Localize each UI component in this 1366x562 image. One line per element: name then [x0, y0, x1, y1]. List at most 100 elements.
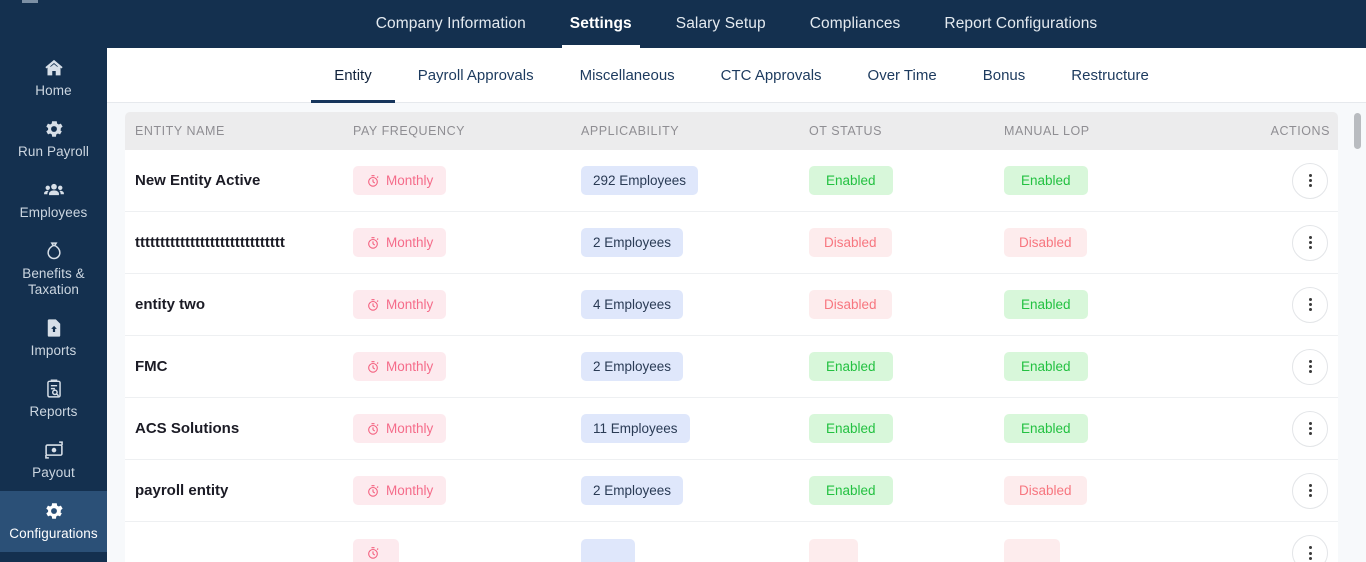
- sidebar-item-configurations[interactable]: Configurations: [0, 491, 107, 552]
- sidebar-item-home[interactable]: Home: [0, 48, 107, 109]
- column-header-actions: ACTIONS: [1270, 124, 1330, 138]
- stopwatch-icon: [366, 422, 380, 436]
- table-row[interactable]: payroll entity Monthly 2 Employees Enabl…: [125, 460, 1338, 522]
- table-row[interactable]: New Entity Active Monthly 292 Employees …: [125, 150, 1338, 212]
- kebab-menu-icon: [1308, 545, 1312, 561]
- badge-ot-status: Enabled: [809, 414, 893, 443]
- table-scrollbar-thumb[interactable]: [1354, 113, 1361, 149]
- stopwatch-icon: [366, 484, 380, 498]
- sidebar-item-imports[interactable]: Imports: [0, 308, 107, 369]
- table-row[interactable]: tttttttttttttttttttttttttttttt Monthly 2…: [125, 212, 1338, 274]
- topnav-item-settings[interactable]: Settings: [548, 0, 654, 48]
- tab-payroll-approvals[interactable]: Payroll Approvals: [395, 48, 557, 102]
- badge-manual-lop: Enabled: [1004, 414, 1088, 443]
- badge-pay-frequency-label: Monthly: [386, 297, 434, 312]
- topnav-item-report-configurations[interactable]: Report Configurations: [922, 0, 1119, 48]
- badge-pay-frequency-label: Monthly: [386, 235, 434, 250]
- sidebar-item-employees[interactable]: Employees: [0, 170, 107, 231]
- cell-entity-name: New Entity Active: [135, 171, 261, 189]
- badge-ot-status: [809, 538, 858, 562]
- row-actions-menu-button[interactable]: [1292, 535, 1328, 562]
- kebab-menu-icon: [1308, 420, 1312, 436]
- tab-label: Bonus: [982, 66, 1026, 84]
- cell-entity-name: ACS Solutions: [135, 419, 240, 437]
- badge-ot-status: Disabled: [809, 290, 892, 319]
- tab-restructure[interactable]: Restructure: [1048, 48, 1172, 102]
- badge-ot-status: Enabled: [809, 352, 893, 381]
- kebab-menu-icon: [1308, 234, 1312, 250]
- sidebar: Home Run Payroll Employees Benefits & Ta…: [0, 0, 107, 562]
- badge-manual-lop: Disabled: [1004, 228, 1087, 257]
- cell-entity-name: payroll entity: [135, 481, 229, 499]
- gear-icon: [43, 118, 65, 140]
- badge-manual-lop: Enabled: [1004, 352, 1088, 381]
- tab-over-time[interactable]: Over Time: [845, 48, 960, 102]
- table-body: New Entity Active Monthly 292 Employees …: [125, 150, 1338, 562]
- sidebar-item-label: Configurations: [9, 526, 98, 541]
- row-actions-menu-button[interactable]: [1292, 286, 1328, 323]
- kebab-menu-icon: [1308, 482, 1312, 498]
- topnav-item-label: Report Configurations: [944, 15, 1098, 32]
- cell-entity-name: tttttttttttttttttttttttttttttt: [135, 233, 285, 251]
- cell-entity-name: FMC: [135, 357, 168, 375]
- tab-ctc-approvals[interactable]: CTC Approvals: [698, 48, 845, 102]
- row-actions-menu-button[interactable]: [1292, 162, 1328, 199]
- tab-label: Over Time: [867, 66, 937, 84]
- tab-label: Miscellaneous: [579, 66, 675, 84]
- badge-pay-frequency: [353, 539, 399, 562]
- topnav-item-label: Salary Setup: [675, 15, 766, 32]
- row-actions-menu-button[interactable]: [1292, 472, 1328, 509]
- column-header-applicability: APPLICABILITY: [581, 124, 680, 138]
- app-root: Home Run Payroll Employees Benefits & Ta…: [0, 0, 1366, 562]
- entity-table-container: ENTITY NAME PAY FREQUENCY APPLICABILITY …: [107, 103, 1366, 562]
- sidebar-item-label: Payout: [32, 465, 75, 480]
- table-row[interactable]: FMC Monthly 2 Employees Enabled Enabled: [125, 336, 1338, 398]
- tab-miscellaneous[interactable]: Miscellaneous: [557, 48, 698, 102]
- sidebar-item-label: Run Payroll: [18, 144, 89, 159]
- table-row[interactable]: ACS Solutions Monthly 11 Employees Enabl…: [125, 398, 1338, 460]
- kebab-menu-icon: [1308, 172, 1312, 188]
- table-scrollbar-track[interactable]: [1354, 112, 1361, 562]
- row-actions-menu-button[interactable]: [1292, 348, 1328, 385]
- kebab-menu-icon: [1308, 296, 1312, 312]
- topnav-item-company-information[interactable]: Company Information: [354, 0, 548, 48]
- badge-pay-frequency-label: Monthly: [386, 483, 434, 498]
- topnav-item-compliances[interactable]: Compliances: [788, 0, 923, 48]
- topnav-item-label: Settings: [569, 15, 632, 32]
- top-edge-artifact: [22, 0, 38, 3]
- sidebar-item-reports[interactable]: Reports: [0, 369, 107, 430]
- kebab-menu-icon: [1308, 358, 1312, 374]
- row-actions-menu-button[interactable]: [1292, 224, 1328, 261]
- sidebar-item-run-payroll[interactable]: Run Payroll: [0, 109, 107, 170]
- sidebar-item-payout[interactable]: Payout: [0, 430, 107, 491]
- sidebar-item-label: Reports: [29, 404, 78, 419]
- sidebar-item-benefits-taxation[interactable]: Benefits & Taxation: [0, 231, 107, 308]
- badge-manual-lop: [1004, 538, 1061, 562]
- cell-entity-name: entity two: [135, 295, 205, 313]
- tab-bonus[interactable]: Bonus: [960, 48, 1049, 102]
- sidebar-item-label: Home: [35, 83, 72, 98]
- badge-applicability: 2 Employees: [581, 352, 684, 381]
- column-header-manual-lop: MANUAL LOP: [1004, 124, 1090, 138]
- badge-pay-frequency: Monthly: [353, 476, 447, 505]
- table-header-row: ENTITY NAME PAY FREQUENCY APPLICABILITY …: [125, 112, 1338, 150]
- topnav-item-salary-setup[interactable]: Salary Setup: [654, 0, 788, 48]
- stopwatch-icon: [366, 174, 380, 188]
- badge-pay-frequency: Monthly: [353, 290, 447, 319]
- stopwatch-icon: [366, 298, 380, 312]
- main-panel: Entity Payroll Approvals Miscellaneous C…: [107, 48, 1366, 562]
- table-row[interactable]: [125, 522, 1338, 562]
- tab-label: Restructure: [1071, 66, 1149, 84]
- tab-entity[interactable]: Entity: [311, 48, 395, 103]
- badge-manual-lop: Disabled: [1004, 476, 1087, 505]
- row-actions-menu-button[interactable]: [1292, 410, 1328, 447]
- badge-pay-frequency: Monthly: [353, 228, 447, 257]
- table-row[interactable]: entity two Monthly 4 Employees Disabled …: [125, 274, 1338, 336]
- clipboard-search-icon: [43, 378, 65, 400]
- badge-ot-status: Disabled: [809, 228, 892, 257]
- tab-label: Payroll Approvals: [417, 66, 534, 84]
- money-bag-icon: [43, 240, 65, 262]
- badge-pay-frequency-label: Monthly: [386, 421, 434, 436]
- top-navigation: Company Information Settings Salary Setu…: [107, 0, 1366, 48]
- badge-pay-frequency: Monthly: [353, 352, 447, 381]
